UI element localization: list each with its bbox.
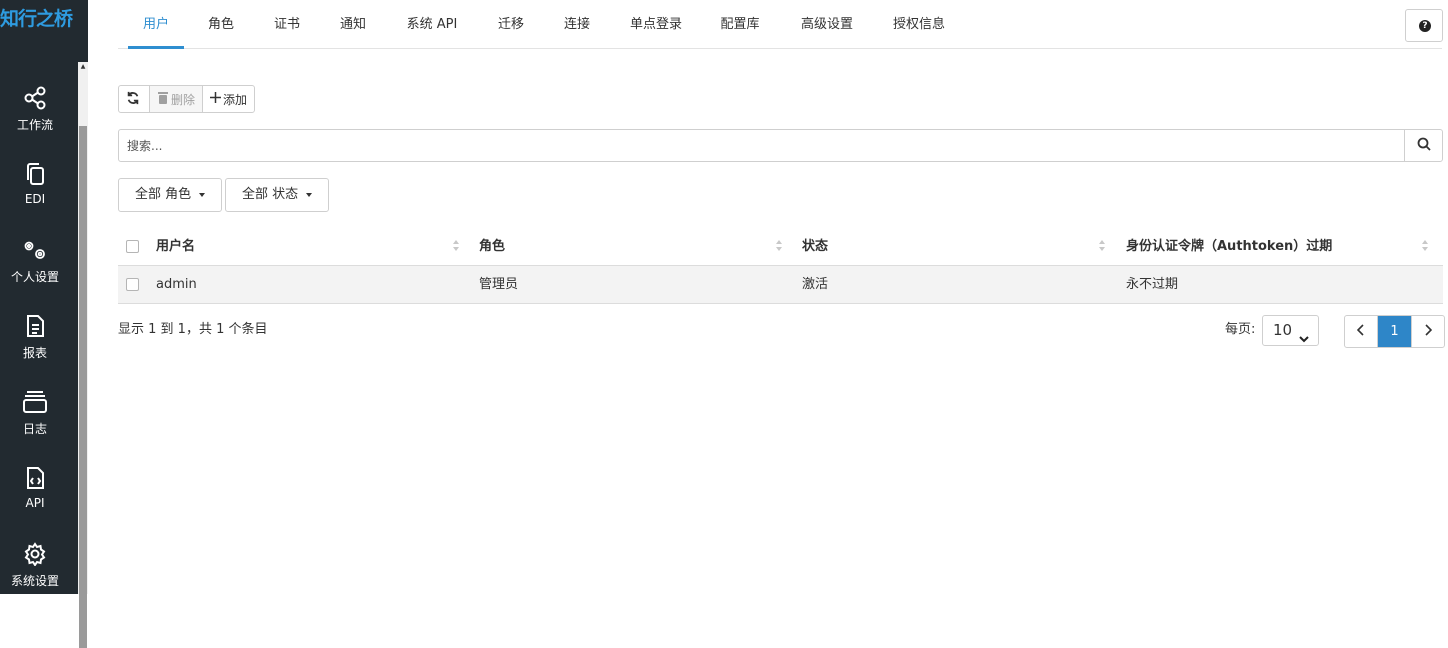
chevron-left-icon [1356, 323, 1365, 340]
add-label: 添加 [223, 92, 248, 107]
scrollbar-thumb[interactable] [79, 126, 87, 648]
sidebar-item-api[interactable]: API [0, 466, 70, 538]
document-icon [0, 314, 70, 338]
pagination-summary: 显示 1 到 1，共 1 个条目 [118, 322, 268, 337]
sort-icon[interactable] [1421, 238, 1429, 254]
settings-tabs: 用户 角色 证书 通知 系统 API 迁移 连接 单点登录 配置库 高级设置 授… [118, 0, 1442, 49]
role-filter-dropdown[interactable]: 全部 角色 [118, 178, 223, 212]
cell-username[interactable]: admin [156, 266, 197, 304]
row-checkbox[interactable] [126, 278, 139, 291]
chevron-right-icon [1424, 323, 1433, 340]
tab-migration[interactable]: 迁移 [488, 0, 534, 49]
select-all-checkbox[interactable] [126, 240, 139, 253]
sort-icon[interactable] [775, 238, 783, 254]
cell-authtoken-expiry: 永不过期 [1126, 277, 1179, 292]
per-page-label: 每页: [1225, 322, 1256, 337]
sidebar-item-label: 报表 [22, 346, 47, 360]
sidebar-scrollbar[interactable]: ▲ [78, 62, 88, 648]
table-header: 用户名 角色 状态 身份认证令牌（Authtoken）过期 [118, 228, 1443, 266]
sidebar-item-workflow[interactable]: 工作流 [0, 86, 70, 158]
plus-icon [210, 92, 223, 106]
search-icon [1417, 137, 1431, 155]
sidebar-item-label: EDI [24, 192, 46, 206]
sort-icon[interactable] [452, 238, 460, 254]
tab-config-store[interactable]: 配置库 [712, 0, 768, 49]
pagination: 1 [1344, 315, 1445, 348]
tab-notifications[interactable]: 通知 [332, 0, 374, 49]
refresh-button[interactable] [119, 86, 150, 112]
scroll-up-arrow-icon[interactable]: ▲ [78, 62, 88, 72]
tab-sso[interactable]: 单点登录 [618, 0, 694, 49]
sidebar-item-logs[interactable]: 日志 [0, 390, 70, 462]
tab-license[interactable]: 授权信息 [882, 0, 956, 49]
sidebar-item-label: 系统设置 [10, 574, 59, 588]
refresh-icon [126, 91, 142, 108]
help-button[interactable]: ? [1405, 9, 1443, 42]
cell-status: 激活 [802, 277, 829, 292]
sidebar-item-edi[interactable]: EDI [0, 162, 70, 234]
next-page-button[interactable] [1411, 316, 1444, 347]
status-filter-dropdown[interactable]: 全部 状态 [225, 178, 330, 212]
column-header-authtoken-expiry[interactable]: 身份认证令牌（Authtoken）过期 [1126, 228, 1332, 266]
search-box [118, 129, 1443, 162]
page-button-1[interactable]: 1 [1378, 316, 1411, 347]
sort-icon[interactable] [1098, 238, 1106, 254]
sidebar-item-system-settings[interactable]: 系统设置 [0, 542, 70, 614]
column-header-role[interactable]: 角色 [479, 228, 505, 266]
cell-role: 管理员 [479, 277, 519, 292]
per-page-select[interactable]: 10 [1262, 315, 1319, 346]
role-filter-label: 全部 角色 [135, 187, 192, 202]
trash-icon [157, 91, 171, 107]
layers-icon [0, 390, 70, 414]
copy-icon [0, 162, 70, 186]
app-logo: 知行之桥 [0, 8, 73, 30]
status-filter-label: 全部 状态 [242, 187, 299, 202]
delete-label: 删除 [171, 92, 196, 107]
per-page-value: 10 [1273, 321, 1293, 339]
sidebar-item-personal-settings[interactable]: 个人设置 [0, 238, 70, 310]
gear-icon [0, 542, 70, 566]
tab-users[interactable]: 用户 [128, 0, 184, 49]
user-toolbar: 删除 添加 [118, 85, 256, 113]
code-file-icon [0, 466, 70, 490]
caret-down-icon [306, 192, 313, 197]
tab-system-api[interactable]: 系统 API [398, 0, 466, 49]
add-button[interactable]: 添加 [203, 86, 254, 112]
search-input[interactable] [119, 130, 1405, 161]
prev-page-button[interactable] [1345, 316, 1378, 347]
sidebar-item-label: 工作流 [16, 118, 53, 132]
delete-button[interactable]: 删除 [150, 86, 204, 112]
tab-certificates[interactable]: 证书 [266, 0, 308, 49]
workflow-icon [0, 86, 70, 110]
tab-advanced[interactable]: 高级设置 [790, 0, 864, 49]
table-row[interactable]: admin 管理员 激活 永不过期 [118, 266, 1443, 304]
sidebar: 知行之桥 工作流 EDI 个人设置 报表 日志 API 系统设置 ▲ [0, 0, 88, 648]
tab-connections[interactable]: 连接 [554, 0, 600, 49]
sidebar-item-reports[interactable]: 报表 [0, 314, 70, 386]
search-button[interactable] [1404, 130, 1442, 161]
sidebar-item-label: 个人设置 [10, 270, 59, 284]
chevron-down-icon [1299, 325, 1309, 354]
gears-icon [0, 238, 70, 262]
sidebar-item-label: 日志 [22, 422, 47, 436]
sidebar-item-label: API [25, 496, 45, 510]
users-table: 用户名 角色 状态 身份认证令牌（Authtoken）过期 admin 管理员 … [118, 228, 1443, 304]
column-header-status[interactable]: 状态 [802, 228, 828, 266]
tab-roles[interactable]: 角色 [200, 0, 242, 49]
column-header-username[interactable]: 用户名 [156, 228, 195, 266]
caret-down-icon [199, 192, 206, 197]
question-icon: ? [1419, 20, 1431, 32]
